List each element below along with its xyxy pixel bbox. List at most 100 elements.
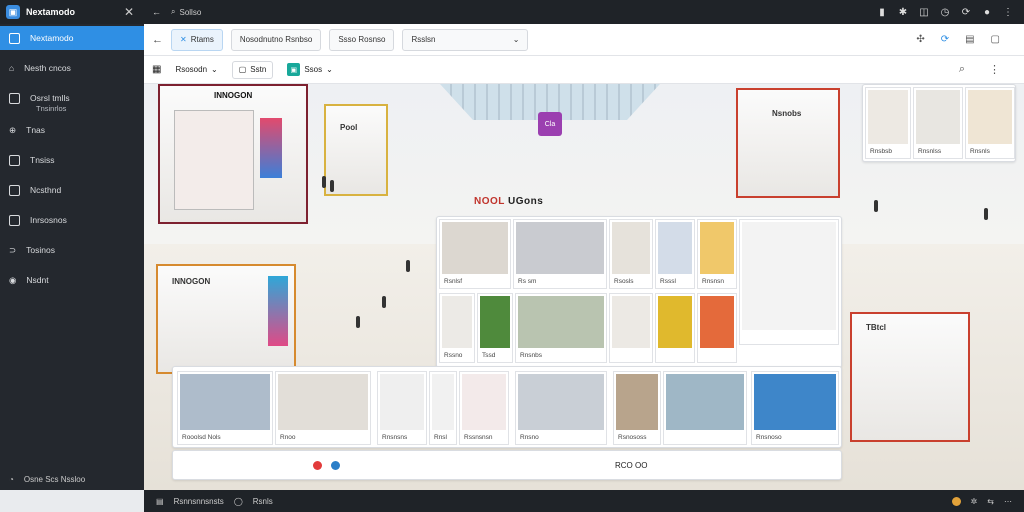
sidebar-item-1[interactable]: ⌂ Nesth cncos — [0, 56, 144, 80]
badge-icon — [331, 461, 340, 470]
tag-icon: ▣ — [287, 63, 301, 76]
search-icon[interactable]: ⌕ — [959, 63, 965, 76]
sidebar-item-label: Ncsthnd — [30, 185, 62, 195]
layout-icon[interactable]: ▤ — [965, 34, 974, 45]
product-card[interactable]: Rnsnbs — [515, 293, 607, 363]
grid-icon[interactable]: ▦ — [152, 64, 161, 75]
product-card[interactable] — [609, 293, 653, 363]
clock-icon[interactable]: ◷ — [939, 6, 951, 18]
sidebar-item-8[interactable]: ◉ Nsdnt — [0, 268, 144, 292]
help-icon: ◔ — [9, 474, 14, 484]
shopper — [330, 180, 334, 192]
grid-icon[interactable]: ▤ — [156, 497, 164, 506]
badge-icon — [313, 461, 322, 470]
store-sign: Nsnobs — [772, 109, 802, 118]
dashboard-icon — [9, 32, 20, 44]
product-card[interactable]: Rsssl — [655, 219, 695, 289]
product-label: Rssnsnsn — [464, 434, 493, 441]
sidebar-item-label: Nextamodo — [30, 33, 74, 43]
sidebar-subitem[interactable]: Tnsinrlos — [0, 104, 144, 118]
sidebar-item-label: Tosinos — [26, 245, 55, 255]
filter-chip-1[interactable]: ▢ Sstn — [231, 60, 274, 79]
product-card[interactable]: Rs sm — [513, 219, 607, 289]
bookmark-icon[interactable]: ▮ — [876, 6, 888, 18]
product-card[interactable]: Rnsnsns — [377, 371, 427, 445]
product-card[interactable]: Tssd — [477, 293, 513, 363]
search-text: Sollso — [179, 7, 202, 17]
tab-3-dropdown[interactable]: Rsslsn ⌄ — [402, 28, 529, 51]
product-card[interactable]: Rssnsnsn — [459, 371, 509, 445]
product-card[interactable]: Rnsnoso — [751, 371, 839, 445]
square-icon: ▢ — [238, 65, 247, 74]
sidebar-item-5[interactable]: Ncsthnd — [0, 178, 144, 202]
sidebar-item-3[interactable]: ⊕ Tnas — [0, 118, 144, 142]
title-bar: ▣ Nextamodo ✕ ← ⌕ Sollso ▮ ✱ ◫ ◷ ⟳ ● ⋮ — [0, 0, 1024, 24]
store-front-right: Nsnobs — [736, 88, 840, 198]
sidebar-item-0[interactable]: Nextamodo — [0, 26, 144, 50]
product-card[interactable]: Rssno — [439, 293, 475, 363]
status-bar: ▤ Rsnnsnnsnsts ◯ Rsnls ✲ ⇆ ⋯ — [144, 490, 1024, 512]
chart-icon — [9, 214, 20, 226]
status-item-0[interactable]: Rsnnsnnsnsts — [174, 497, 224, 506]
chip-label: Sstn — [250, 65, 267, 74]
product-card[interactable]: Rnsl — [429, 371, 457, 445]
sign-word: UGons — [508, 196, 544, 207]
sidebar-item-6[interactable]: Inrsosnos — [0, 208, 144, 232]
network-icon[interactable]: ⋯ — [1004, 497, 1012, 506]
product-card[interactable]: Rnsno — [515, 371, 607, 445]
sidebar-item-label: Nesth cncos — [24, 63, 71, 73]
window-icon[interactable]: ▢ — [991, 34, 1000, 45]
product-card[interactable]: Rnsnsn — [697, 219, 737, 289]
product-label: Rnoo — [280, 434, 296, 441]
sidebar-item-7[interactable]: ⊃ Tosinos — [0, 238, 144, 262]
product-card[interactable]: Rooolsd Nols — [177, 371, 273, 445]
product-card[interactable] — [663, 371, 747, 445]
chip-label: Rsosodn — [175, 65, 208, 74]
back-icon[interactable]: ← — [152, 34, 163, 46]
extension-icon[interactable]: ✣ — [916, 34, 924, 45]
chevron-down-icon: ⌄ — [211, 65, 218, 74]
product-card[interactable]: Rnoo — [275, 371, 371, 445]
product-card[interactable]: Rsosls — [609, 219, 653, 289]
pin-icon: ✕ — [180, 35, 187, 44]
close-icon[interactable]: ✕ — [124, 5, 134, 19]
product-card[interactable]: Rnsnlss — [913, 87, 963, 159]
back-icon[interactable]: ← — [152, 7, 161, 17]
product-card[interactable] — [739, 219, 839, 345]
sidebar-footer[interactable]: ◔ Osne Scs Nssloo — [0, 468, 144, 490]
avatar-icon[interactable]: ● — [981, 6, 993, 18]
product-label: Rnsnls — [970, 148, 990, 155]
filter-chip-2[interactable]: ▣ Ssos ⌄ — [281, 61, 339, 79]
mall-brand-logo: Cla — [538, 112, 562, 136]
product-card[interactable]: Rnsbsb — [865, 87, 911, 159]
product-label: Tssd — [482, 352, 496, 359]
sync-icon[interactable]: ⟳ — [941, 34, 949, 45]
more-icon[interactable]: ⋮ — [1002, 6, 1014, 18]
product-card[interactable]: Rsnososs — [613, 371, 661, 445]
search-box[interactable]: ⌕ Sollso — [171, 7, 201, 17]
product-label: Rnsnsn — [702, 278, 725, 285]
shopper — [382, 296, 386, 308]
tab-1[interactable]: Nosodnutno Rsnbso — [230, 28, 322, 51]
filter-chip-0[interactable]: Rsosodn ⌄ — [169, 60, 224, 79]
status-item-1[interactable]: Rsnls — [253, 497, 273, 506]
product-label: Rooolsd Nols — [182, 434, 221, 441]
product-card[interactable]: Rnsnls — [965, 87, 1015, 159]
split-icon[interactable]: ◫ — [918, 6, 930, 18]
product-label: Rssno — [444, 352, 463, 359]
sidebar-item-4[interactable]: Tnsiss — [0, 148, 144, 172]
product-card[interactable] — [655, 293, 695, 363]
product-card[interactable]: Rsnlsf — [439, 219, 511, 289]
refresh-icon[interactable]: ⟳ — [960, 6, 972, 18]
tab-0[interactable]: ✕ Rtams — [171, 28, 223, 51]
more-icon[interactable]: ⋮ — [973, 63, 1024, 76]
settings-icon[interactable]: ✲ — [971, 497, 978, 506]
info-icon: ◉ — [9, 274, 17, 285]
product-label: Rsnlsf — [444, 278, 463, 285]
code-icon[interactable]: ⇆ — [987, 497, 994, 506]
product-card[interactable] — [697, 293, 737, 363]
store-front-left: INNOGON — [158, 84, 308, 224]
tab-2[interactable]: Ssso Rosnso — [329, 28, 395, 51]
puzzle-icon[interactable]: ✱ — [897, 6, 909, 18]
promo-text: RCO OO — [615, 461, 648, 470]
